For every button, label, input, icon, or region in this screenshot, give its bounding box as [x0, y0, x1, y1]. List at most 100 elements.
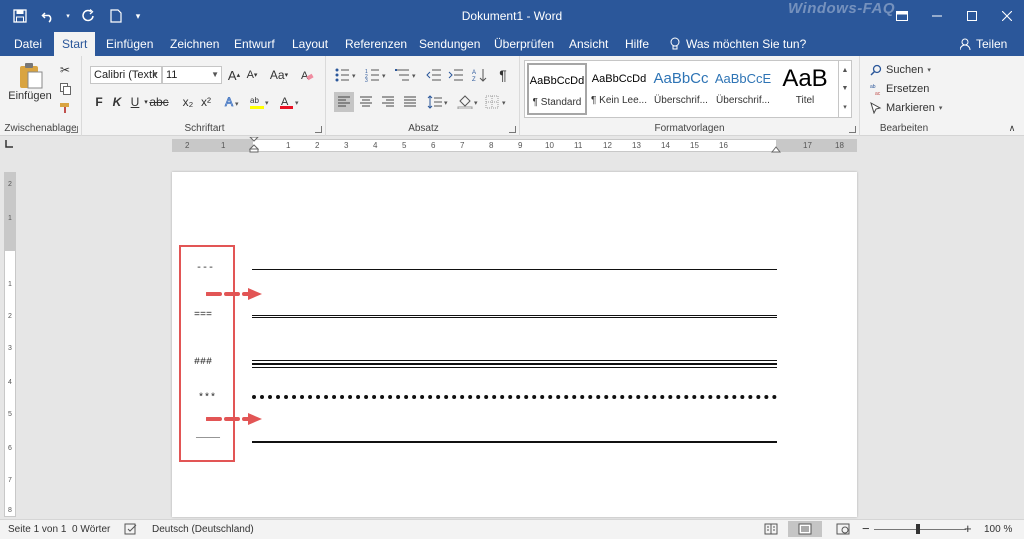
numbering-icon[interactable]: 1 2 3 ▾ [364, 65, 390, 85]
gallery-down-icon[interactable]: ▼ [842, 85, 849, 92]
tab-datei[interactable]: Datei [6, 32, 50, 56]
change-case-button[interactable]: Aa ▾ [266, 65, 292, 85]
document-page[interactable]: --- === ### *** ____ [172, 172, 857, 517]
share-button[interactable]: Teilen [960, 32, 1007, 56]
single-line [252, 269, 777, 270]
align-right-icon[interactable] [378, 92, 398, 112]
right-indent-marker-icon[interactable] [771, 145, 781, 153]
style-title[interactable]: AaB Titel [775, 63, 835, 115]
ribbon-display-options-icon[interactable] [884, 0, 919, 32]
tab-zeichnen[interactable]: Zeichnen [162, 32, 227, 56]
increase-indent-icon[interactable] [446, 65, 466, 85]
multilevel-list-icon[interactable]: ▾ [394, 65, 420, 85]
align-left-icon[interactable] [334, 92, 354, 112]
paste-button[interactable]: Einfügen [8, 60, 52, 104]
horizontal-ruler[interactable]: 2 1 1 2 3 4 5 6 7 8 9 10 11 12 13 14 15 … [172, 137, 857, 153]
tab-layout[interactable]: Layout [284, 32, 336, 56]
shrink-font-button[interactable]: A ▾ [244, 65, 260, 85]
paste-icon [20, 63, 43, 89]
highlight-color-icon[interactable]: ab ▾ [248, 92, 272, 112]
cut-icon[interactable]: ✂ [57, 60, 73, 80]
font-color-icon[interactable]: A ▾ [278, 92, 302, 112]
font-size-combo[interactable]: 11 ▼ [162, 66, 222, 84]
ruler-label: 13 [632, 141, 641, 150]
select-button[interactable]: Markieren ▾ [870, 98, 942, 118]
bullets-icon[interactable]: ▾ [334, 65, 360, 85]
title-bar: ▾ ▾ Dokument1 - Word Windows-FAQ [0, 0, 1024, 32]
tab-ansicht[interactable]: Ansicht [561, 32, 616, 56]
strikethrough-button[interactable]: abc [149, 92, 168, 112]
line-spacing-icon[interactable]: ▾ [426, 92, 452, 112]
style-standard[interactable]: AaBbCcDd ¶ Standard [527, 63, 587, 115]
zoom-level[interactable]: 100 % [984, 524, 1012, 535]
zoom-slider-thumb[interactable] [916, 524, 920, 534]
replace-button[interactable]: ab ac Ersetzen [870, 79, 929, 99]
subscript-button[interactable]: x₂ [180, 92, 196, 112]
clipboard-launcher-icon[interactable] [71, 126, 78, 133]
vruler-label: 3 [8, 345, 12, 352]
vertical-ruler[interactable]: 2 1 1 2 3 4 5 6 7 8 [4, 172, 16, 517]
svg-text:A: A [472, 70, 476, 76]
styles-launcher-icon[interactable] [849, 126, 856, 133]
tab-referenzen[interactable]: Referenzen [337, 32, 415, 56]
sort-icon[interactable]: AZ [470, 65, 490, 85]
font-group: Calibri (Textk ▼ 11 ▼ A ▴ A ▾ Aa ▾ A F K U … [84, 56, 326, 136]
maximize-icon[interactable] [954, 0, 989, 32]
borders-icon[interactable]: ▾ [484, 92, 510, 112]
ruler-label: 10 [545, 141, 554, 150]
page-count[interactable]: Seite 1 von 1 [8, 524, 66, 535]
text-effects-icon[interactable]: A ▾ [222, 92, 242, 112]
zoom-slider[interactable] [874, 529, 966, 530]
underline-button[interactable]: U [128, 92, 142, 112]
format-painter-icon[interactable] [57, 98, 73, 118]
justify-icon[interactable] [400, 92, 420, 112]
tab-entwurf[interactable]: Entwurf [226, 32, 283, 56]
style-no-spacing[interactable]: AaBbCcDd ¶ Kein Lee... [589, 63, 649, 115]
gallery-more-icon[interactable]: ▾ [843, 103, 847, 111]
minimize-icon[interactable] [919, 0, 954, 32]
search-label: Suchen [886, 64, 924, 76]
tab-ueberpruefen[interactable]: Überprüfen [486, 32, 562, 56]
tab-sendungen[interactable]: Sendungen [411, 32, 488, 56]
tab-hilfe[interactable]: Hilfe [617, 32, 657, 56]
decrease-indent-icon[interactable] [424, 65, 444, 85]
shading-icon[interactable]: ▾ [456, 92, 482, 112]
web-layout-icon[interactable] [836, 523, 850, 535]
grow-font-button[interactable]: A ▴ [226, 65, 242, 85]
tab-start[interactable]: Start [54, 32, 96, 56]
proofing-icon[interactable] [124, 523, 138, 535]
zoom-out-button[interactable]: − [862, 521, 870, 536]
font-size-dropdown-icon[interactable]: ▼ [211, 67, 219, 83]
search-button[interactable]: Suchen ▾ [870, 60, 931, 80]
tab-selector-icon[interactable] [4, 139, 18, 153]
font-group-label: Schriftart [184, 123, 225, 134]
ruler-label: 3 [344, 141, 349, 150]
style-heading-2[interactable]: AaBbCcE Überschrif... [713, 63, 773, 115]
show-formatting-marks-icon[interactable]: ¶ [494, 65, 512, 85]
indent-marker-icon[interactable] [249, 137, 259, 153]
word-count[interactable]: 0 Wörter [72, 524, 110, 535]
gallery-up-icon[interactable]: ▲ [842, 67, 849, 74]
italic-button[interactable]: K [110, 92, 124, 112]
svg-text:▾: ▾ [295, 100, 299, 107]
font-name-dropdown-icon[interactable]: ▼ [151, 67, 159, 83]
font-size-value: 11 [166, 69, 178, 81]
zoom-in-button[interactable]: + [964, 521, 972, 536]
clear-formatting-icon[interactable]: A [298, 65, 316, 85]
font-name-combo[interactable]: Calibri (Textk ▼ [90, 66, 162, 84]
align-center-icon[interactable] [356, 92, 376, 112]
print-layout-button[interactable] [788, 521, 822, 537]
superscript-button[interactable]: x² [198, 92, 214, 112]
language-indicator[interactable]: Deutsch (Deutschland) [152, 524, 254, 535]
style-heading-1[interactable]: AaBbCc Überschrif... [651, 63, 711, 115]
collapse-ribbon-icon[interactable]: ∧ [1006, 118, 1018, 138]
tab-einfuegen[interactable]: Einfügen [98, 32, 161, 56]
styles-gallery-scroll[interactable]: ▲ ▼ ▾ [838, 61, 851, 117]
read-mode-icon[interactable] [764, 523, 778, 535]
font-launcher-icon[interactable] [315, 126, 322, 133]
paragraph-launcher-icon[interactable] [509, 126, 516, 133]
bold-button[interactable]: F [92, 92, 106, 112]
tell-me-box[interactable]: Was möchten Sie tun? [670, 32, 806, 56]
copy-icon[interactable] [57, 79, 73, 99]
close-icon[interactable] [989, 0, 1024, 32]
